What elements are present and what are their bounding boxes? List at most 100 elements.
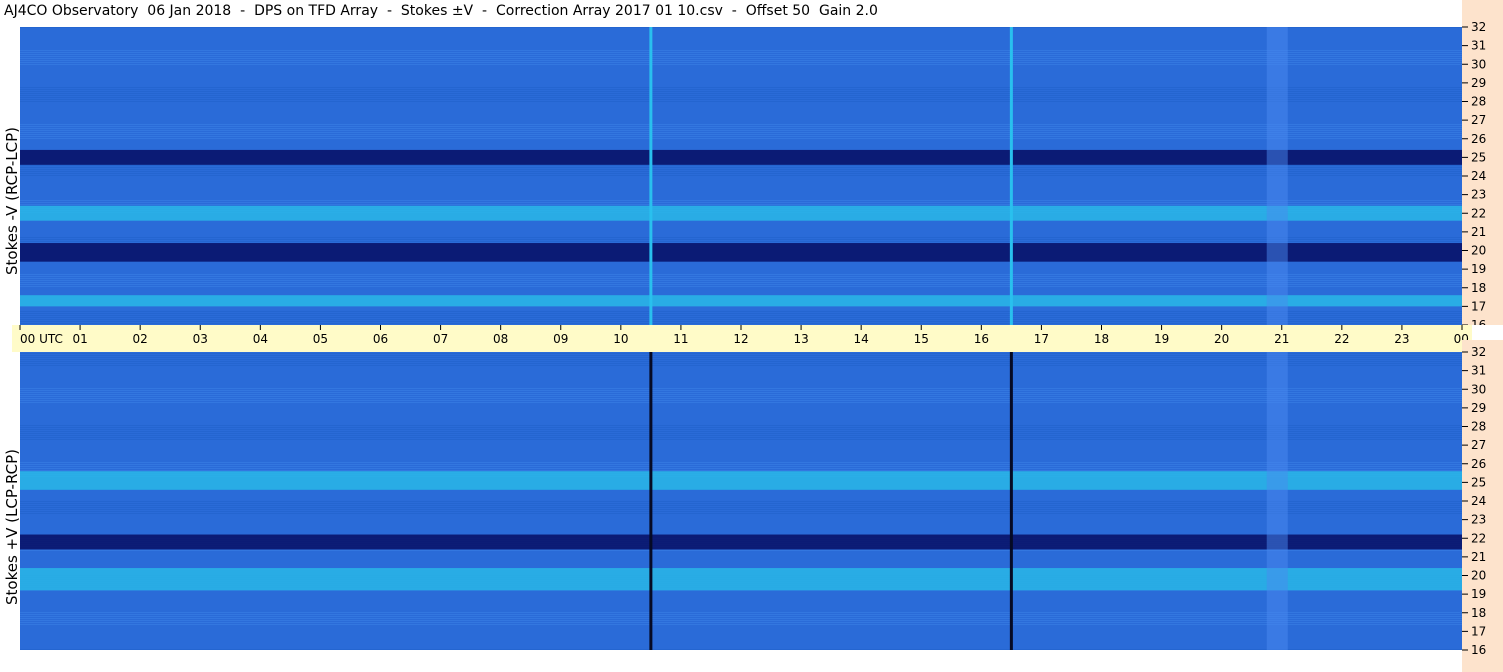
- freq-tick-label: 19: [1471, 262, 1486, 276]
- texture-line: [20, 513, 1462, 514]
- texture-line: [20, 618, 1462, 619]
- freq-tick-label: 30: [1471, 57, 1486, 71]
- time-axis: 00 UTC 01 02 03 04 05 06 07 08 09 10 11 12 13 14 15 16 17…: [12, 325, 1472, 352]
- stokes-minus-v-spectrogram: [20, 27, 1462, 325]
- stokes-plus-v-spectrogram: [20, 352, 1462, 650]
- time-tick-label: 23: [1394, 332, 1409, 346]
- texture-line: [20, 241, 1462, 242]
- freq-tick-label: 18: [1471, 281, 1486, 295]
- freq-tick-label: 23: [1471, 513, 1486, 527]
- texture-line: [20, 439, 1462, 440]
- texture-line: [20, 468, 1462, 469]
- freq-tick-label: 32: [1471, 20, 1486, 34]
- texture-line: [20, 398, 1462, 399]
- texture-line: [20, 95, 1462, 96]
- top-frequency-axis-svg: 32 31 30 29 28 27 26 25 24 23 22 21 20 19 18 17 16: [1462, 20, 1486, 325]
- texture-line: [20, 167, 1462, 168]
- texture-line: [20, 313, 1462, 314]
- texture-line: [20, 276, 1462, 277]
- freq-tick-label: 19: [1471, 587, 1486, 601]
- freq-tick-label: 17: [1471, 299, 1486, 313]
- time-tick-label: 21: [1274, 332, 1289, 346]
- texture-line: [20, 363, 1462, 364]
- texture-line: [20, 54, 1462, 55]
- texture-line: [20, 505, 1462, 506]
- texture-line: [20, 321, 1462, 322]
- bright-band-1: [20, 568, 1462, 591]
- texture-line: [20, 239, 1462, 240]
- texture-line: [20, 169, 1462, 170]
- freq-tick-label: 26: [1471, 132, 1486, 146]
- texture-line: [20, 165, 1462, 166]
- dark-band-0: [20, 149, 1462, 165]
- texture-line: [20, 317, 1462, 318]
- freq-tick-label: 25: [1471, 475, 1486, 489]
- texture-line: [20, 93, 1462, 94]
- texture-line: [20, 87, 1462, 88]
- freq-tick-label: 16: [1471, 318, 1486, 325]
- freq-tick-label: 25: [1471, 150, 1486, 164]
- texture-line: [20, 91, 1462, 92]
- texture-line: [20, 286, 1462, 287]
- freq-tick-label: 27: [1471, 438, 1486, 452]
- freq-tick-label: 29: [1471, 76, 1486, 90]
- bright-band-0: [20, 205, 1462, 221]
- time-tick-label: 10: [613, 332, 628, 346]
- time-tick-label: 12: [733, 332, 748, 346]
- texture-line: [20, 392, 1462, 393]
- texture-line: [20, 124, 1462, 125]
- interference-column: [1266, 352, 1288, 650]
- texture-line: [20, 550, 1462, 551]
- freq-tick-label: 21: [1471, 550, 1486, 564]
- texture-line: [20, 60, 1462, 61]
- texture-line: [20, 503, 1462, 504]
- vertical-line-1: [1009, 27, 1013, 325]
- time-tick-label: 05: [313, 332, 328, 346]
- texture-line: [20, 97, 1462, 98]
- texture-line: [20, 464, 1462, 465]
- freq-tick-label: 30: [1471, 382, 1486, 396]
- texture-line: [20, 470, 1462, 471]
- texture-line: [20, 388, 1462, 389]
- texture-line: [20, 365, 1462, 366]
- freq-tick-label: 16: [1471, 643, 1486, 657]
- freq-tick-label: 20: [1471, 244, 1486, 258]
- time-tick-label: 13: [793, 332, 808, 346]
- texture-line: [20, 511, 1462, 512]
- texture-line: [20, 99, 1462, 100]
- texture-line: [20, 130, 1462, 131]
- time-tick-label: 20: [1214, 332, 1229, 346]
- texture-line: [20, 462, 1462, 463]
- texture-line: [20, 431, 1462, 432]
- texture-line: [20, 280, 1462, 281]
- texture-line: [20, 361, 1462, 362]
- texture-line: [20, 437, 1462, 438]
- time-tick-label: 11: [673, 332, 688, 346]
- texture-line: [20, 355, 1462, 356]
- texture-line: [20, 323, 1462, 324]
- texture-line: [20, 56, 1462, 57]
- freq-tick-label: 29: [1471, 401, 1486, 415]
- time-tick-label: 06: [373, 332, 388, 346]
- freq-tick-label: 27: [1471, 113, 1486, 127]
- dark-band-1: [20, 243, 1462, 262]
- texture-line: [20, 509, 1462, 510]
- time-tick-label: 09: [553, 332, 568, 346]
- freq-tick-label: 32: [1471, 345, 1486, 359]
- bottom-panel-ylabel: Stokes +V (LCP-RCP): [3, 449, 21, 605]
- texture-line: [20, 435, 1462, 436]
- texture-line: [20, 200, 1462, 201]
- texture-line: [20, 136, 1462, 137]
- time-tick-label: 14: [854, 332, 869, 346]
- freq-tick-label: 31: [1471, 364, 1486, 378]
- time-tick-label: 02: [133, 332, 148, 346]
- time-axis-svg: 00 UTC 01 02 03 04 05 06 07 08 09 10 11 12 13 14 15 16 17…: [19, 325, 1472, 346]
- texture-line: [20, 394, 1462, 395]
- time-tick-label: 18: [1094, 332, 1109, 346]
- texture-line: [20, 357, 1462, 358]
- texture-line: [20, 390, 1462, 391]
- top-frequency-axis: 32 31 30 29 28 27 26 25 24 23 22 21 20 19 18 17 16: [1462, 0, 1503, 325]
- texture-line: [20, 501, 1462, 502]
- top-panel-ylabel: Stokes -V (RCP-LCP): [3, 127, 21, 275]
- time-tick-label: 00 UTC: [20, 332, 63, 346]
